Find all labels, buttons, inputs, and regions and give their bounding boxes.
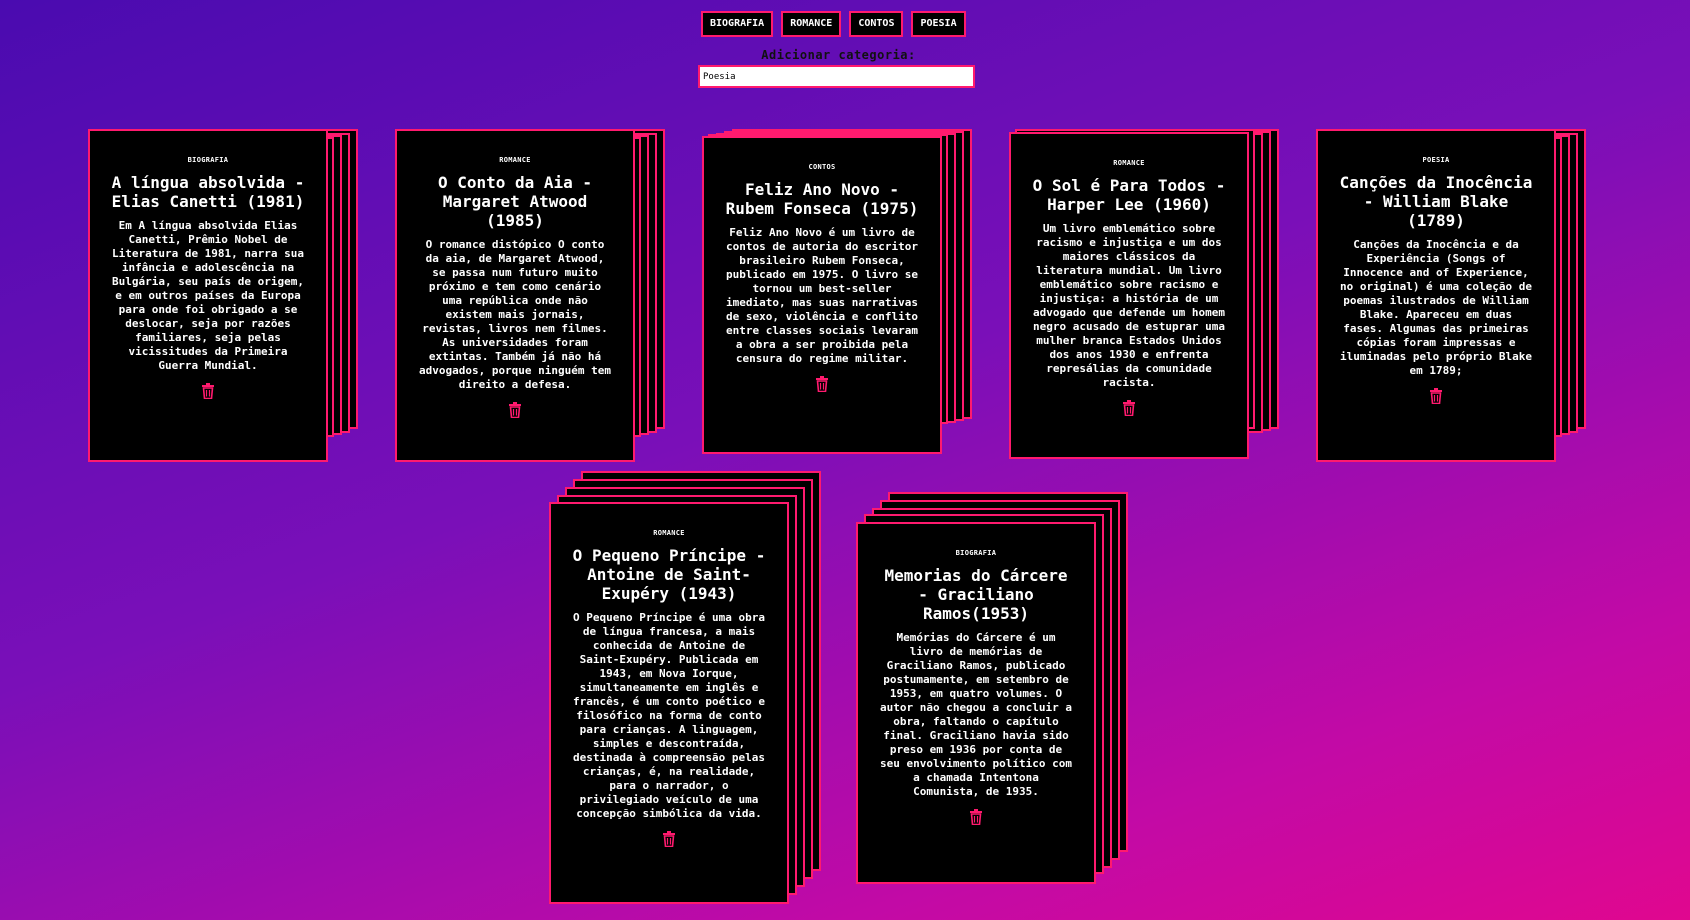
card-description: Em A língua absolvida Elias Canetti, Prê… <box>111 219 305 372</box>
trash-icon[interactable] <box>1429 388 1443 404</box>
trash-icon[interactable] <box>815 376 829 392</box>
card-title: A língua absolvida - Elias Canetti (1981… <box>111 173 305 211</box>
category-nav: BIOGRAFIA ROMANCE CONTOS POESIA <box>701 11 966 37</box>
category-button-romance[interactable]: ROMANCE <box>781 11 842 37</box>
add-category-label: Adicionar categoria: <box>761 48 916 62</box>
card-title: Canções da Inocência - William Blake (17… <box>1339 173 1533 230</box>
book-card: ROMANCE O Pequeno Príncipe - Antoine de … <box>549 502 789 904</box>
card-description: Canções da Inocência e da Experiência (S… <box>1339 238 1533 377</box>
trash-icon[interactable] <box>662 831 676 847</box>
book-card: CONTOS Feliz Ano Novo - Rubem Fonseca (1… <box>702 136 942 454</box>
add-category-input[interactable] <box>698 65 975 88</box>
trash-icon[interactable] <box>969 809 983 825</box>
book-card: ROMANCE O Conto da Aia - Margaret Atwood… <box>395 129 635 462</box>
card-description: Um livro emblemático sobre racismo e inj… <box>1032 222 1226 389</box>
card-title: O Sol é Para Todos - Harper Lee (1960) <box>1032 176 1226 214</box>
card-category: BIOGRAFIA <box>955 549 997 557</box>
card-title: Feliz Ano Novo - Rubem Fonseca (1975) <box>725 180 919 218</box>
card-category: BIOGRAFIA <box>187 156 229 164</box>
category-button-contos[interactable]: CONTOS <box>849 11 904 37</box>
book-card: BIOGRAFIA A língua absolvida - Elias Can… <box>88 129 328 462</box>
card-description: Feliz Ano Novo é um livro de contos de a… <box>725 226 919 365</box>
card-description: O romance distópico O conto da aia, de M… <box>418 238 612 391</box>
book-card: ROMANCE O Sol é Para Todos - Harper Lee … <box>1009 132 1249 459</box>
card-description: Memórias do Cárcere é um livro de memóri… <box>879 631 1073 798</box>
trash-icon[interactable] <box>508 402 522 418</box>
card-title: O Pequeno Príncipe - Antoine de Saint-Ex… <box>572 546 766 603</box>
card-title: O Conto da Aia - Margaret Atwood (1985) <box>437 173 593 230</box>
card-category: ROMANCE <box>1113 159 1145 167</box>
card-category: ROMANCE <box>499 156 531 164</box>
trash-icon[interactable] <box>1122 400 1136 416</box>
card-category: CONTOS <box>808 163 836 171</box>
card-category: POESIA <box>1422 156 1450 164</box>
category-button-poesia[interactable]: POESIA <box>911 11 966 37</box>
card-description: O Pequeno Príncipe é uma obra de língua … <box>572 611 766 820</box>
card-category: ROMANCE <box>653 529 685 537</box>
book-card: BIOGRAFIA Memorias do Cárcere - Gracilia… <box>856 522 1096 884</box>
card-title: Memorias do Cárcere - Graciliano Ramos(1… <box>884 566 1068 623</box>
book-card: POESIA Canções da Inocência - William Bl… <box>1316 129 1556 462</box>
category-button-biografia[interactable]: BIOGRAFIA <box>701 11 774 37</box>
trash-icon[interactable] <box>201 383 215 399</box>
